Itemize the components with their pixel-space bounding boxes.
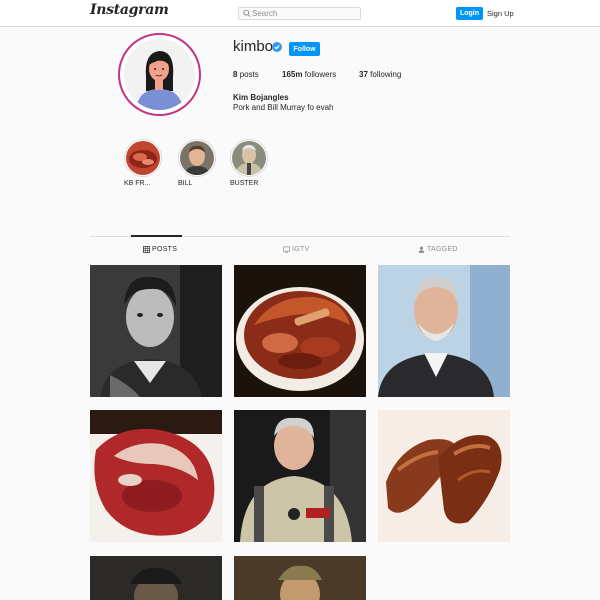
post-tile-bill-suit[interactable] (378, 265, 510, 397)
verified-badge-icon (272, 42, 282, 52)
highlight-ring (230, 139, 268, 177)
posts-stat: 8 posts (233, 70, 259, 79)
active-tab-indicator (131, 235, 182, 237)
highlight-label: KB FR... (124, 180, 151, 187)
story-highlight[interactable]: KB FR... (124, 139, 174, 187)
posts-count: 8 (233, 70, 238, 79)
story-highlight[interactable]: BUSTER (230, 139, 280, 187)
search-input[interactable] (252, 8, 357, 19)
tv-icon (283, 246, 290, 253)
login-button[interactable]: Login (456, 7, 483, 20)
tag-icon (418, 246, 425, 253)
post-tile-raw-steak[interactable] (90, 410, 222, 542)
post-tile-partial-1[interactable] (90, 556, 222, 600)
search-box[interactable] (238, 7, 361, 20)
posts-label: posts (239, 70, 259, 79)
follow-button[interactable]: Follow (289, 42, 320, 56)
avatar (124, 39, 195, 110)
followers-stat[interactable]: 165m followers (282, 70, 336, 79)
followers-count: 165m (282, 70, 303, 79)
followers-label: followers (304, 70, 337, 79)
highlight-thumbnail-steak (126, 141, 160, 175)
search-icon (243, 9, 251, 18)
following-stat[interactable]: 37 following (359, 70, 401, 79)
profile-username: kimbo (233, 38, 274, 55)
following-label: following (370, 70, 402, 79)
tab-posts[interactable]: POSTS (143, 246, 177, 253)
highlight-label: BUSTER (230, 180, 259, 187)
profile-avatar-ring[interactable] (118, 33, 201, 116)
tab-label: TAGGED (427, 246, 458, 253)
post-tile-bill-ghostbuster[interactable] (234, 410, 366, 542)
tab-label: IGTV (292, 246, 310, 253)
following-count: 37 (359, 70, 368, 79)
profile-full-name: Kim Bojangles (233, 93, 289, 102)
top-navbar: Instagram Login Sign Up (0, 0, 600, 27)
highlight-ring (178, 139, 216, 177)
grid-icon (143, 246, 150, 253)
post-tile-partial-2[interactable] (234, 556, 366, 600)
post-tile-ribs[interactable] (378, 410, 510, 542)
highlight-label: BILL (178, 180, 193, 187)
profile-bio: Pork and Bill Murray fo evah (233, 103, 334, 112)
tab-igtv[interactable]: IGTV (283, 246, 310, 253)
instagram-logo[interactable]: Instagram (90, 2, 169, 18)
highlight-ring (124, 139, 162, 177)
post-tile-roast-plate[interactable] (234, 265, 366, 397)
highlight-thumbnail-bill (180, 141, 214, 175)
signup-link[interactable]: Sign Up (487, 9, 514, 18)
tab-tagged[interactable]: TAGGED (418, 246, 458, 253)
story-highlight[interactable]: BILL (178, 139, 228, 187)
highlight-thumbnail-buster (232, 141, 266, 175)
tab-label: POSTS (152, 246, 178, 253)
post-tile-bill-bw-portrait[interactable] (90, 265, 222, 397)
